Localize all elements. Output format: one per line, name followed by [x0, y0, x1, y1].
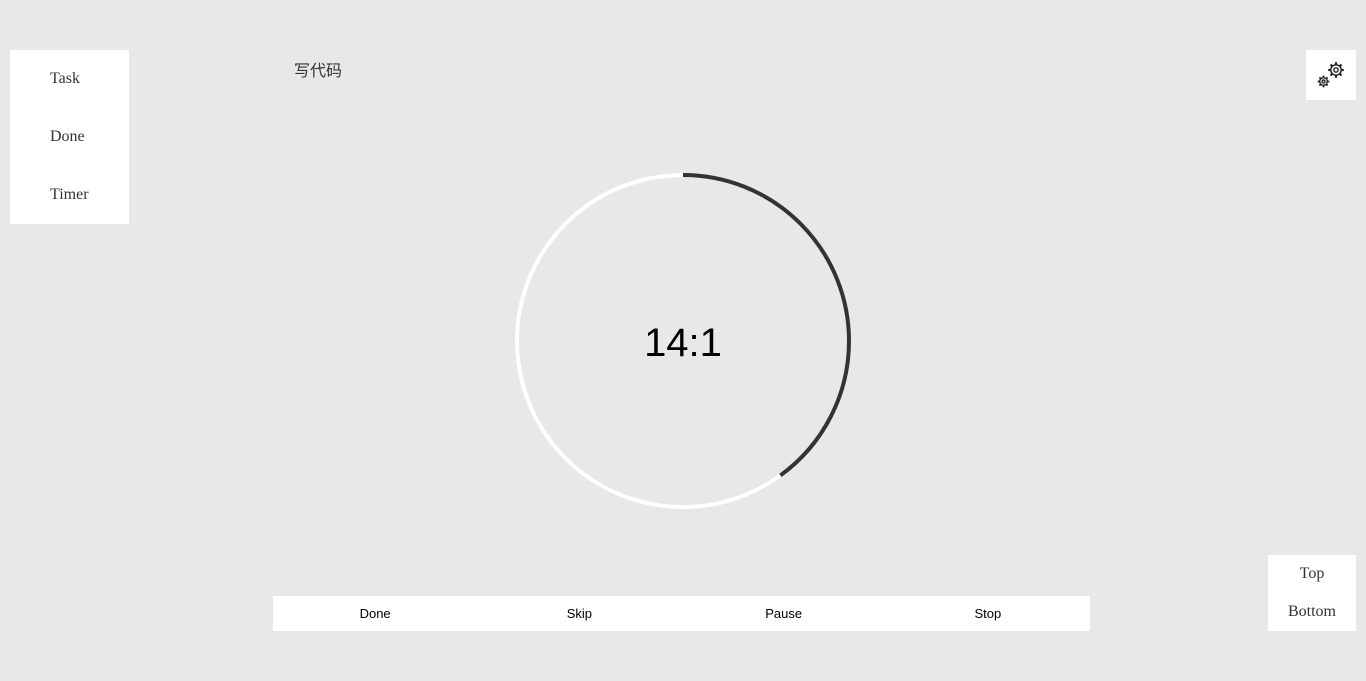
- skip-button[interactable]: Skip: [477, 596, 681, 631]
- settings-button[interactable]: [1306, 50, 1356, 100]
- scroll-top-button[interactable]: Top: [1268, 564, 1356, 584]
- pause-button[interactable]: Pause: [682, 596, 886, 631]
- scroll-bottom-button[interactable]: Bottom: [1268, 602, 1356, 622]
- done-button[interactable]: Done: [273, 596, 477, 631]
- control-bar: Done Skip Pause Stop: [273, 596, 1090, 631]
- nav-item-done[interactable]: Done: [50, 127, 85, 147]
- timer-display: 14:1: [644, 321, 722, 365]
- scroll-card: Top Bottom: [1268, 555, 1356, 631]
- nav-item-timer[interactable]: Timer: [50, 185, 89, 205]
- task-title: 写代码: [294, 61, 343, 80]
- nav-item-task[interactable]: Task: [50, 69, 80, 89]
- stop-button[interactable]: Stop: [886, 596, 1090, 631]
- gears-icon: [1317, 62, 1344, 88]
- side-nav: Task Done Timer: [10, 50, 129, 224]
